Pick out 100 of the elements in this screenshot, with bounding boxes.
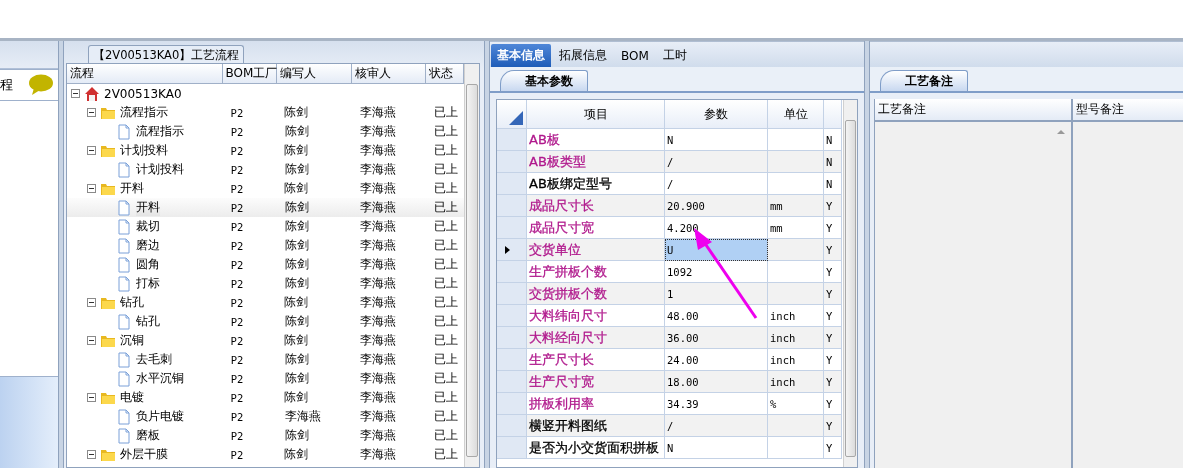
- table-cell[interactable]: 20.900: [665, 195, 768, 217]
- column-header[interactable]: 工艺备注: [875, 99, 1071, 122]
- table-cell: Y: [824, 305, 842, 327]
- table-cell: P2: [230, 410, 244, 423]
- collapse-icon[interactable]: [87, 393, 96, 402]
- tree-row[interactable]: 打标 P2 陈剑 李海燕 已上: [67, 274, 464, 293]
- tree-row[interactable]: 水平沉铜 P2 陈剑 李海燕 已上: [67, 369, 464, 388]
- table-cell: Y: [824, 195, 842, 217]
- table-cell[interactable]: /: [665, 151, 768, 173]
- table-cell[interactable]: 34.39: [665, 393, 768, 415]
- column-header[interactable]: 项目: [527, 100, 665, 129]
- table-cell: 陈剑: [284, 332, 309, 349]
- tree-row[interactable]: 计划投料 P2 陈剑 李海燕 已上: [67, 160, 464, 179]
- table-cell: mm: [768, 217, 824, 239]
- tree-row[interactable]: 开料 P2 陈剑 李海燕 已上: [67, 179, 464, 198]
- table-cell: Y: [824, 327, 842, 349]
- tab[interactable]: 拓展信息: [553, 44, 613, 67]
- tree-row[interactable]: 开料 P2 陈剑 李海燕 已上: [67, 198, 464, 217]
- collapse-icon[interactable]: [87, 298, 96, 307]
- table-cell[interactable]: 48.00: [665, 305, 768, 327]
- table-cell[interactable]: 1092: [665, 261, 768, 283]
- table-cell[interactable]: 24.00: [665, 349, 768, 371]
- tree-row[interactable]: 计划投料 P2 陈剑 李海燕 已上: [67, 141, 464, 160]
- table-cell: P2: [230, 220, 244, 233]
- table-cell: 陈剑: [284, 180, 309, 197]
- scrollbar[interactable]: [464, 64, 479, 467]
- table-cell[interactable]: N: [665, 437, 768, 459]
- tree-row[interactable]: 去毛刺 P2 陈剑 李海燕 已上: [67, 350, 464, 369]
- collapse-icon[interactable]: [87, 336, 96, 345]
- table-cell: P2: [230, 391, 244, 404]
- collapse-icon[interactable]: [87, 108, 96, 117]
- table-cell: 已上: [434, 294, 459, 311]
- table-cell[interactable]: 36.00: [665, 327, 768, 349]
- tree-row[interactable]: 圆角 P2 陈剑 李海燕 已上: [67, 255, 464, 274]
- notes-field[interactable]: [875, 122, 1071, 468]
- scroll-up-icon[interactable]: [1057, 130, 1065, 134]
- column-header[interactable]: 单位: [768, 100, 824, 129]
- table-cell[interactable]: U: [665, 239, 768, 261]
- tree-row[interactable]: 裁切 P2 陈剑 李海燕 已上: [67, 217, 464, 236]
- tree-item-label: 裁切: [136, 218, 160, 235]
- row-header[interactable]: [497, 239, 527, 261]
- tab[interactable]: BOM: [615, 44, 655, 67]
- tree-row[interactable]: 外层干膜 P2 陈剑 李海燕 已上: [67, 445, 464, 464]
- table-cell: 陈剑: [284, 199, 309, 216]
- table-cell[interactable]: N: [665, 129, 768, 151]
- tree-row[interactable]: 流程指示 P2 陈剑 李海燕 已上: [67, 122, 464, 141]
- table-cell: 陈剑: [284, 142, 309, 159]
- table-cell: 已上: [434, 446, 459, 463]
- speech-bubble-icon[interactable]: [28, 74, 54, 96]
- table-cell: 李海燕: [360, 408, 397, 425]
- column-header[interactable]: 型号备注: [1073, 99, 1183, 122]
- column-header[interactable]: 参数: [665, 100, 768, 129]
- tree-row[interactable]: 2V00513KA0: [67, 84, 464, 103]
- tree-row[interactable]: 沉铜 P2 陈剑 李海燕 已上: [67, 331, 464, 350]
- collapse-icon[interactable]: [87, 146, 96, 155]
- notes-field[interactable]: [1073, 122, 1183, 468]
- column-header[interactable]: 状态: [426, 64, 464, 83]
- table-cell[interactable]: 1: [665, 283, 768, 305]
- table-cell: 是否为小交货面积拼板: [529, 438, 659, 457]
- tree-item-label: 流程指示: [136, 123, 184, 140]
- table-cell[interactable]: /: [665, 173, 768, 195]
- table-cell: 陈剑: [284, 237, 309, 254]
- tree-row[interactable]: 磨板 P2 陈剑 李海燕 已上: [67, 426, 464, 445]
- collapse-icon[interactable]: [87, 184, 96, 193]
- column-header[interactable]: BOM工厂: [222, 64, 277, 83]
- table-cell: 陈剑: [284, 351, 309, 368]
- table-cell: P2: [230, 448, 244, 461]
- column-header[interactable]: 流程: [67, 64, 223, 83]
- subtab[interactable]: 工艺备注: [880, 70, 968, 91]
- subtab[interactable]: 基本参数: [500, 70, 588, 91]
- column-header[interactable]: [824, 100, 842, 129]
- table-cell: 已上: [434, 389, 459, 406]
- table-cell: 交货拼板个数: [529, 284, 607, 303]
- tab[interactable]: 工时: [656, 44, 693, 67]
- table-cell: 李海燕: [360, 446, 397, 463]
- table-cell: [768, 437, 824, 459]
- tree-row[interactable]: 钻孔 P2 陈剑 李海燕 已上: [67, 293, 464, 312]
- tree-row[interactable]: 钻孔 P2 陈剑 李海燕 已上: [67, 312, 464, 331]
- column-header[interactable]: 编写人: [276, 64, 353, 83]
- table-cell: 生产拼板个数: [529, 262, 607, 281]
- tab[interactable]: 基本信息: [491, 44, 551, 67]
- scrollbar[interactable]: [843, 100, 857, 467]
- collapse-icon[interactable]: [87, 450, 96, 459]
- table-cell: 已上: [434, 256, 459, 273]
- tree-row[interactable]: 负片电镀 P2 李海燕 李海燕 已上: [67, 407, 464, 426]
- table-cell[interactable]: /: [665, 415, 768, 437]
- collapse-icon[interactable]: [71, 89, 80, 98]
- table-cell: 李海燕: [284, 408, 321, 425]
- document-icon: [116, 408, 132, 425]
- table-cell: P2: [230, 201, 244, 214]
- table-cell[interactable]: 4.200: [665, 217, 768, 239]
- tree-row[interactable]: 流程指示 P2 陈剑 李海燕 已上: [67, 103, 464, 122]
- table-cell: 李海燕: [360, 123, 397, 140]
- table-cell: %: [768, 393, 824, 415]
- sidebar-label: 程: [0, 76, 13, 94]
- tree-row[interactable]: 电镀 P2 陈剑 李海燕 已上: [67, 388, 464, 407]
- table-cell[interactable]: 18.00: [665, 371, 768, 393]
- column-header[interactable]: 核审人: [352, 64, 427, 83]
- tree-row[interactable]: 磨边 P2 陈剑 李海燕 已上: [67, 236, 464, 255]
- table-cell: 陈剑: [284, 294, 309, 311]
